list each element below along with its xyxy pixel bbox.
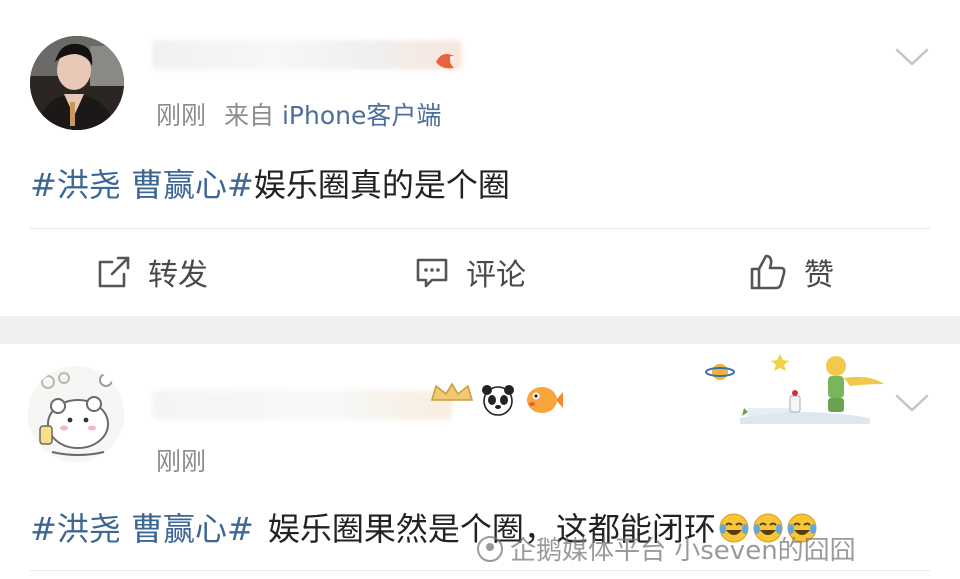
source-link[interactable]: iPhone客户端: [282, 101, 441, 130]
thumbs-up-icon: [750, 254, 786, 290]
chevron-down-icon[interactable]: [894, 392, 930, 414]
crown-sticker-icon: [431, 382, 473, 401]
divider: [30, 228, 930, 229]
username-redacted[interactable]: [152, 40, 462, 70]
topic-link[interactable]: #洪尧 曹赢心#: [30, 510, 254, 548]
post-text: 娱乐圈真的是个圈: [253, 166, 510, 204]
comment-label: 评论: [466, 258, 526, 293]
repost-button[interactable]: 转发: [96, 252, 208, 293]
topic-link[interactable]: #洪尧 曹赢心#: [30, 166, 254, 204]
post-time: 刚刚: [156, 101, 207, 130]
pufferfish-emoji-icon: [527, 387, 563, 413]
little-prince-sticker-icon: [705, 354, 884, 424]
watermark: 企鹅媒体平台 小seven的囧囧: [476, 530, 856, 567]
penguin-media-logo-icon: [477, 535, 503, 562]
comment-icon: [416, 258, 448, 288]
watermark-text: 企鹅媒体平台 小seven的囧囧: [510, 536, 856, 566]
post-time: 刚刚: [156, 447, 207, 476]
post-meta: 刚刚 来自 iPhone客户端: [156, 96, 441, 132]
goldfish-sticker-icon: [436, 54, 454, 69]
source-prefix: 来自: [224, 101, 275, 130]
panda-emoji-icon: [482, 385, 514, 416]
post-meta: 刚刚: [156, 442, 206, 478]
comment-button[interactable]: 评论: [414, 252, 526, 293]
avatar-photo-icon: [30, 36, 124, 130]
repost-icon: [98, 256, 130, 288]
like-label: 赞: [804, 258, 834, 293]
cartoon-bear-avatar-icon: [28, 366, 124, 462]
avatar[interactable]: [28, 366, 124, 462]
username-redacted[interactable]: [152, 390, 452, 420]
post-content: #洪尧 曹赢心#娱乐圈真的是个圈: [30, 160, 510, 206]
repost-label: 转发: [148, 258, 208, 293]
divider: [30, 570, 930, 571]
chevron-down-icon[interactable]: [894, 46, 930, 68]
avatar[interactable]: [30, 36, 124, 130]
weibo-post-1: 刚刚 来自 iPhone客户端 #洪尧 曹赢心#娱乐圈真的是个圈 转发 评论 赞: [0, 0, 960, 316]
feed-separator: [0, 316, 960, 344]
like-button[interactable]: 赞: [748, 252, 834, 293]
